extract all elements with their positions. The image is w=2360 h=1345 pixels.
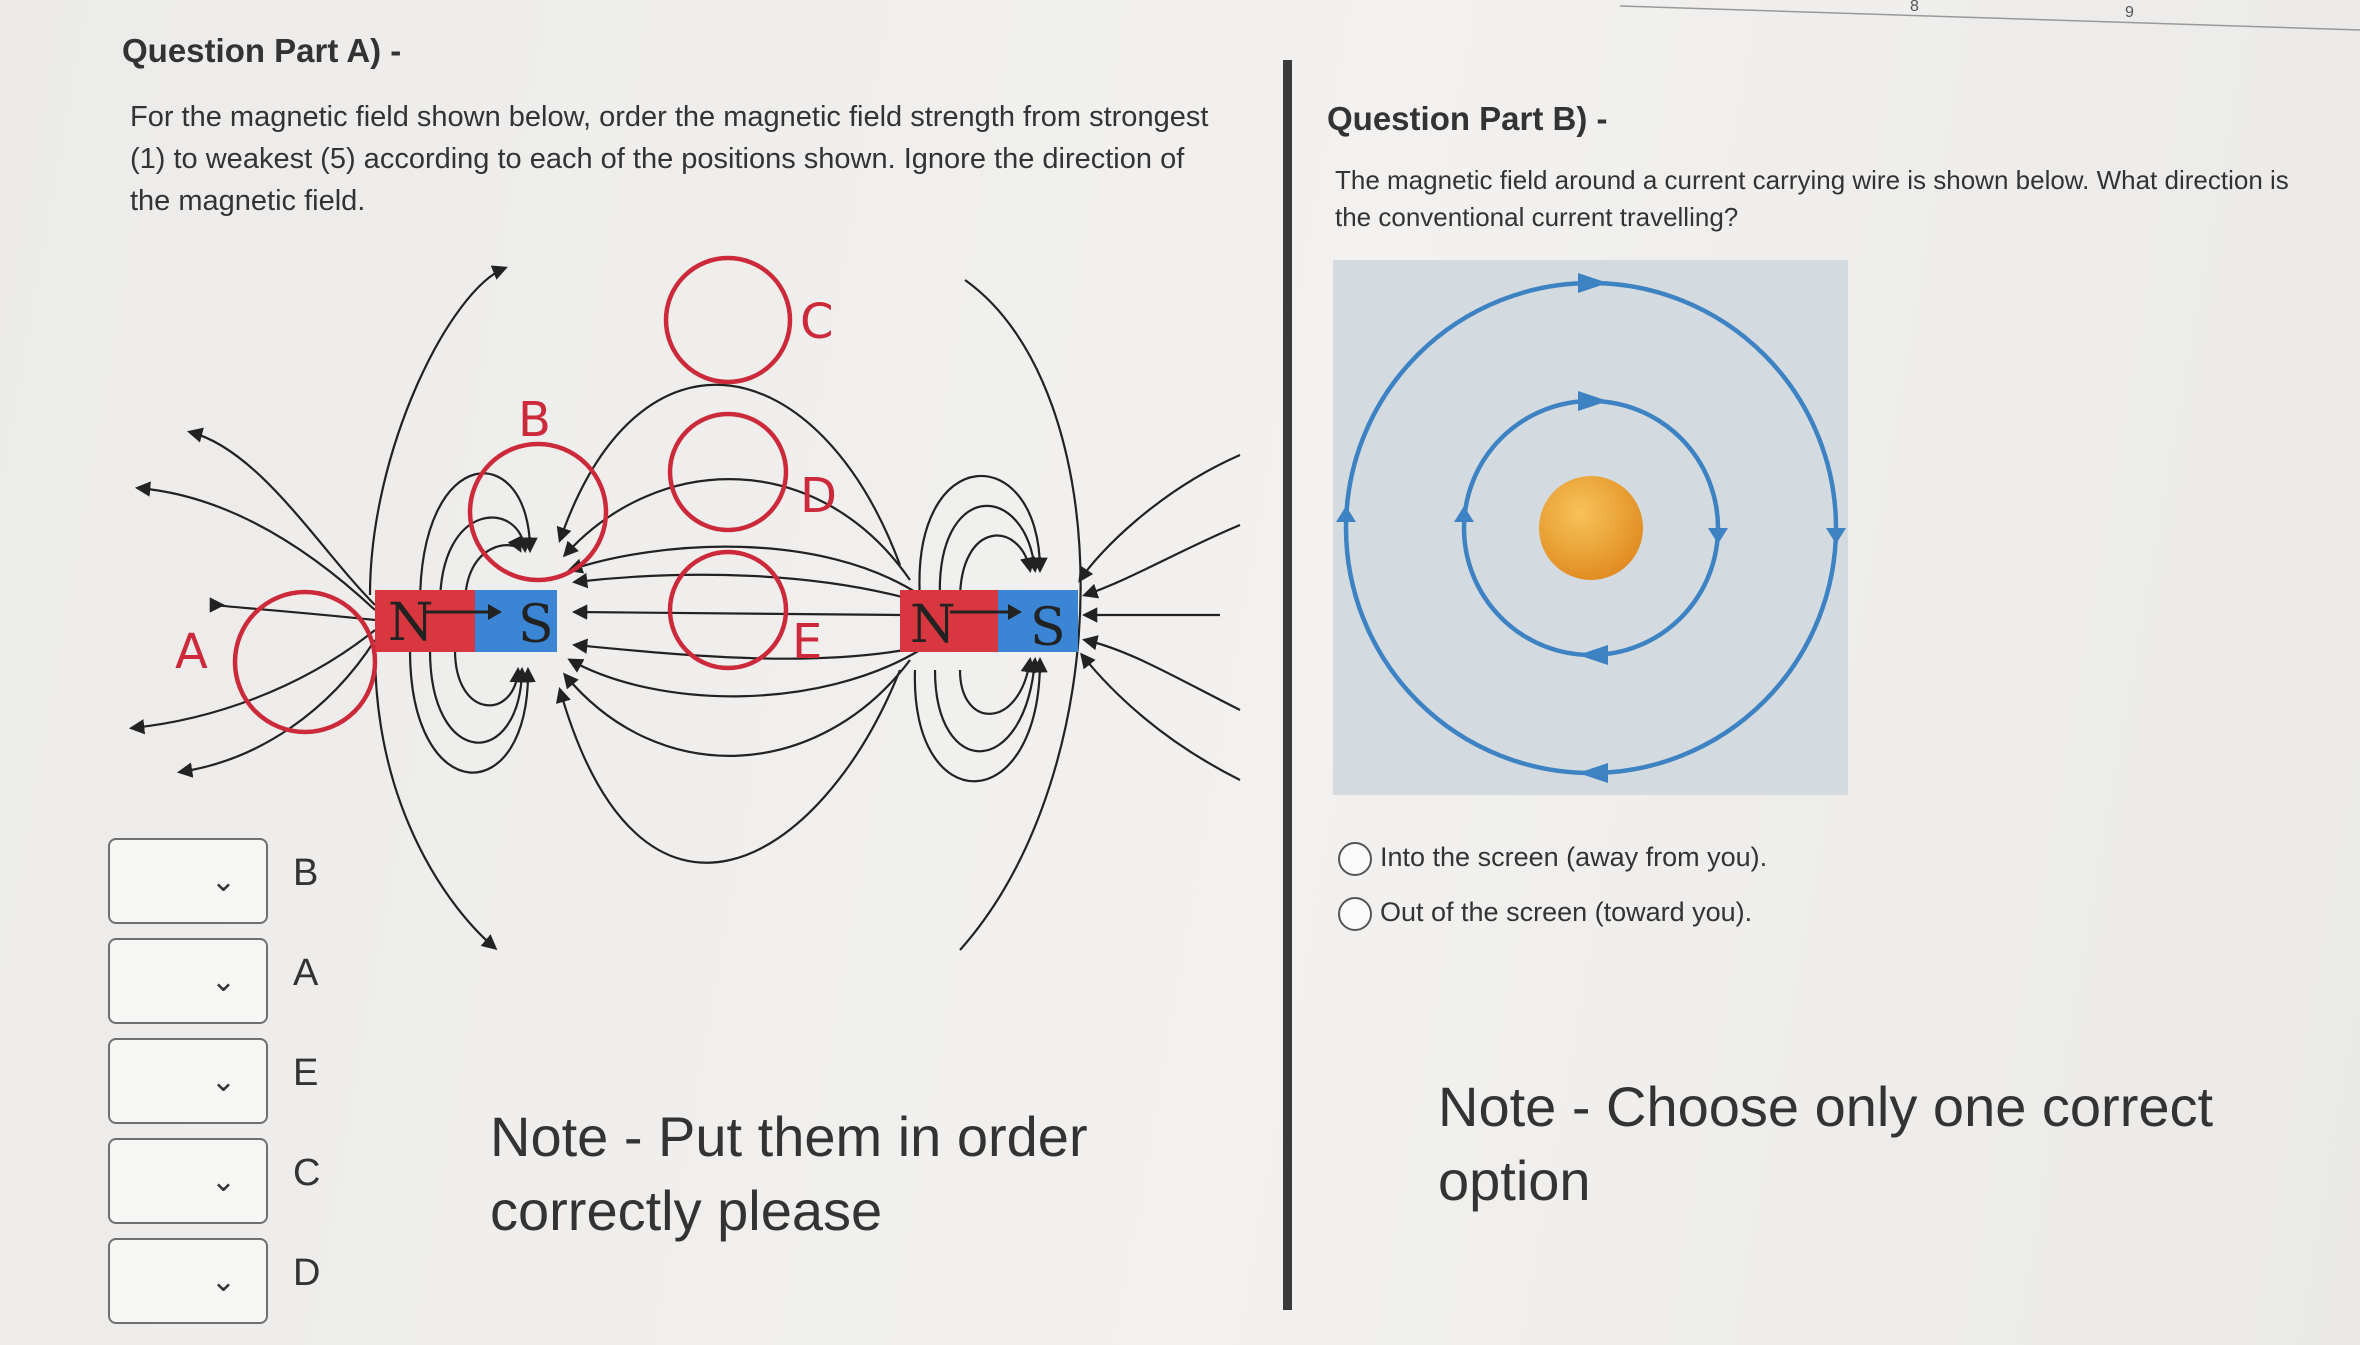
label-a: A [175,624,208,680]
rank-label-a: A [293,952,319,994]
part-a-note-line-1: Note - Put them in order [490,1105,1088,1168]
left-magnet-s-label: S [518,595,554,655]
rank-select-b[interactable]: ⌄ [108,838,268,924]
part-b-question-line-2: the conventional current travelling? [1335,202,1739,232]
outer-arrow-top [1578,273,1608,293]
chevron-down-icon: ⌄ [210,965,236,998]
chevron-down-icon: ⌄ [210,865,236,898]
circle-b [467,441,609,583]
left-magnet-n-label: N [388,593,434,653]
part-b-title: Question Part B) - [1327,100,1608,137]
label-b: B [518,392,551,448]
inner-arrow-bottom [1578,645,1608,665]
label-c: C [800,294,834,350]
label-d: D [800,468,837,524]
inner-arrow-left [1454,506,1474,522]
part-a-instructions-line-2: (1) to weakest (5) according to each of … [130,143,1185,175]
circle-c [663,255,793,385]
part-a-note-line-2: correctly please [490,1179,883,1242]
circle-e [667,549,789,671]
rank-label-e: E [293,1052,319,1094]
part-b-note-line-2: option [1438,1149,1591,1212]
ruler-number-8: 8 [1910,0,1919,15]
radio-into-screen[interactable] [1338,842,1372,876]
rank-select-c[interactable]: ⌄ [108,1138,268,1224]
part-b-question: The magnetic field around a current carr… [1335,162,2289,236]
label-e: E [792,614,822,670]
page-ruler: 8 9 [1619,0,2360,40]
chevron-down-icon: ⌄ [210,1065,236,1098]
chevron-down-icon: ⌄ [210,1265,236,1298]
section-divider [1283,60,1292,1310]
part-a-instructions: For the magnetic field shown below, orde… [130,96,1208,222]
part-b-note-line-1: Note - Choose only one correct [1438,1075,2214,1138]
position-circles [232,255,793,735]
part-b-note: Note - Choose only one correct option [1438,1070,2213,1218]
part-a-note: Note - Put them in order correctly pleas… [490,1100,1088,1248]
rank-label-b: B [293,852,319,894]
screen: 8 9 Question Part A) - For the magnetic … [0,0,2360,1345]
part-a-instructions-line-1: For the magnetic field shown below, orde… [130,101,1209,133]
rank-label-c: C [293,1152,321,1194]
part-b-question-line-1: The magnetic field around a current carr… [1335,165,2289,195]
rank-select-e[interactable]: ⌄ [108,1038,268,1124]
outer-arrow-right [1826,528,1846,544]
wire-field-diagram [1333,260,1848,795]
circle-d [667,411,789,533]
option-into-screen-label[interactable]: Into the screen (away from you). [1380,842,1767,873]
outer-arrow-bottom [1578,763,1608,783]
wire-cross-section [1539,476,1643,580]
right-magnet-s-label: S [1030,598,1066,658]
inner-arrow-right [1708,528,1728,544]
inner-arrow-top [1578,391,1608,411]
right-magnet-n-label: N [910,595,956,655]
ruler-ticks [1619,5,2360,31]
wire-field-svg [1336,273,1846,783]
option-out-of-screen-label[interactable]: Out of the screen (toward you). [1380,897,1752,928]
rank-select-a[interactable]: ⌄ [108,938,268,1024]
part-a-instructions-line-3: the magnetic field. [130,185,366,217]
magnetic-field-diagram: N S N S A B C D E [128,255,1241,951]
outer-arrow-left [1336,506,1356,522]
ruler-number-9: 9 [2125,4,2134,21]
rank-select-d[interactable]: ⌄ [108,1238,268,1324]
chevron-down-icon: ⌄ [210,1165,236,1198]
radio-out-of-screen[interactable] [1338,897,1372,931]
rank-label-d: D [293,1252,321,1294]
part-a-title: Question Part A) - [122,32,402,69]
